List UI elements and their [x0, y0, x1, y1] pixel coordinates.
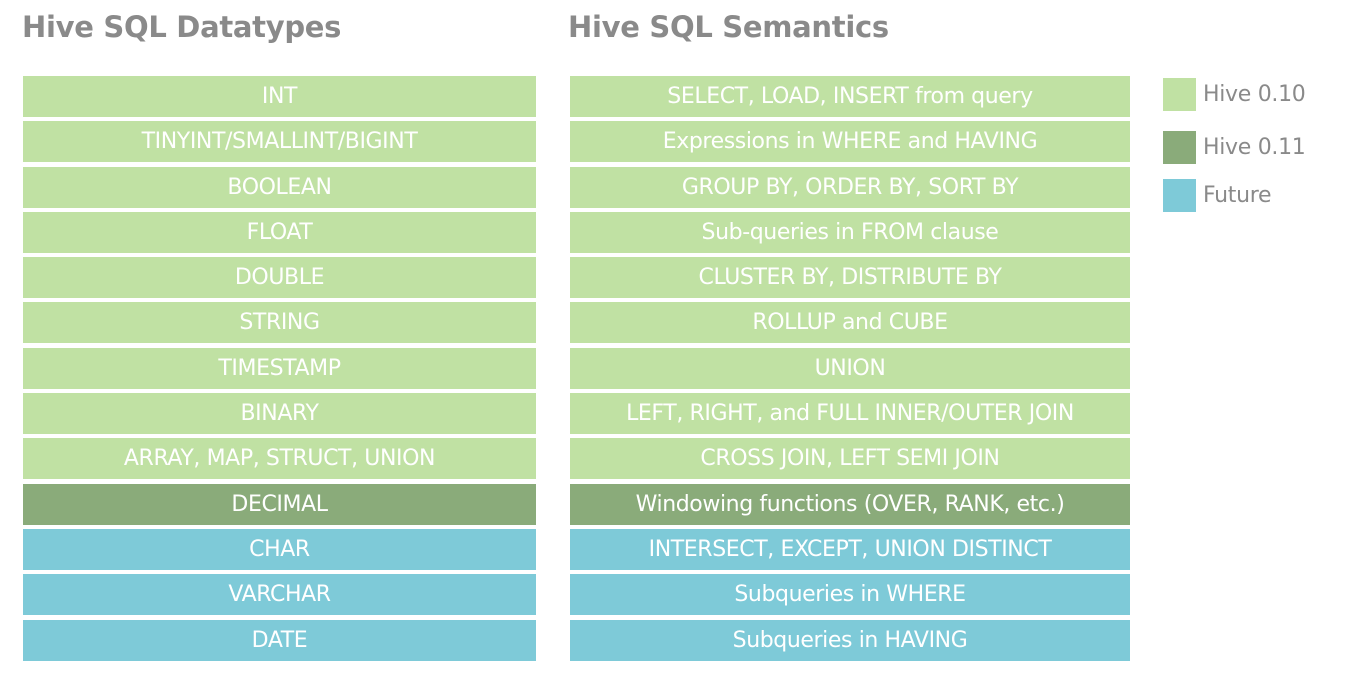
datatypes-row: DECIMAL [23, 483, 536, 525]
semantics-table: SELECT, LOAD, INSERT from query Expressio… [570, 76, 1130, 665]
datatypes-row: BINARY [23, 393, 536, 435]
semantics-heading: Hive SQL Semantics [568, 10, 889, 44]
legend-swatch-future [1163, 179, 1196, 212]
legend-label: Future [1203, 183, 1272, 208]
datatypes-row: DATE [23, 619, 536, 661]
semantics-row: Windowing functions (OVER, RANK, etc.) [570, 483, 1130, 525]
semantics-row: Sub-queries in FROM clause [570, 211, 1130, 253]
datatypes-row: TIMESTAMP [23, 347, 536, 389]
legend-label: Hive 0.10 [1203, 82, 1306, 107]
legend-swatch-hive-0-11 [1163, 131, 1196, 164]
semantics-row: Expressions in WHERE and HAVING [570, 121, 1130, 163]
datatypes-row: FLOAT [23, 211, 536, 253]
legend-item-hive-0-10: Hive 0.10 [1163, 78, 1306, 111]
semantics-row: GROUP BY, ORDER BY, SORT BY [570, 166, 1130, 208]
datatypes-row: STRING [23, 302, 536, 344]
datatypes-table: INT TINYINT/SMALLINT/BIGINT BOOLEAN FLOAT DO… [23, 76, 536, 665]
semantics-row: Subqueries in HAVING [570, 619, 1130, 661]
semantics-row: INTERSECT, EXCEPT, UNION DISTINCT [570, 528, 1130, 570]
datatypes-row: CHAR [23, 528, 536, 570]
semantics-row: Subqueries in WHERE [570, 574, 1130, 616]
semantics-row: ROLLUP and CUBE [570, 302, 1130, 344]
legend-item-future: Future [1163, 179, 1306, 212]
semantics-row: CLUSTER BY, DISTRIBUTE BY [570, 257, 1130, 299]
semantics-row: CROSS JOIN, LEFT SEMI JOIN [570, 438, 1130, 480]
legend: Hive 0.10 Hive 0.11 Future [1163, 78, 1306, 212]
legend-swatch-hive-0-10 [1163, 78, 1196, 111]
datatypes-row: BOOLEAN [23, 166, 536, 208]
legend-item-hive-0-11: Hive 0.11 [1163, 131, 1306, 164]
datatypes-row: DOUBLE [23, 257, 536, 299]
datatypes-heading: Hive SQL Datatypes [22, 10, 342, 44]
semantics-row: UNION [570, 347, 1130, 389]
semantics-row: SELECT, LOAD, INSERT from query [570, 76, 1130, 117]
legend-label: Hive 0.11 [1203, 135, 1306, 160]
semantics-row: LEFT, RIGHT, and FULL INNER/OUTER JOIN [570, 393, 1130, 435]
datatypes-row: VARCHAR [23, 574, 536, 616]
datatypes-row: ARRAY, MAP, STRUCT, UNION [23, 438, 536, 480]
datatypes-row: INT [23, 76, 536, 117]
datatypes-row: TINYINT/SMALLINT/BIGINT [23, 121, 536, 163]
